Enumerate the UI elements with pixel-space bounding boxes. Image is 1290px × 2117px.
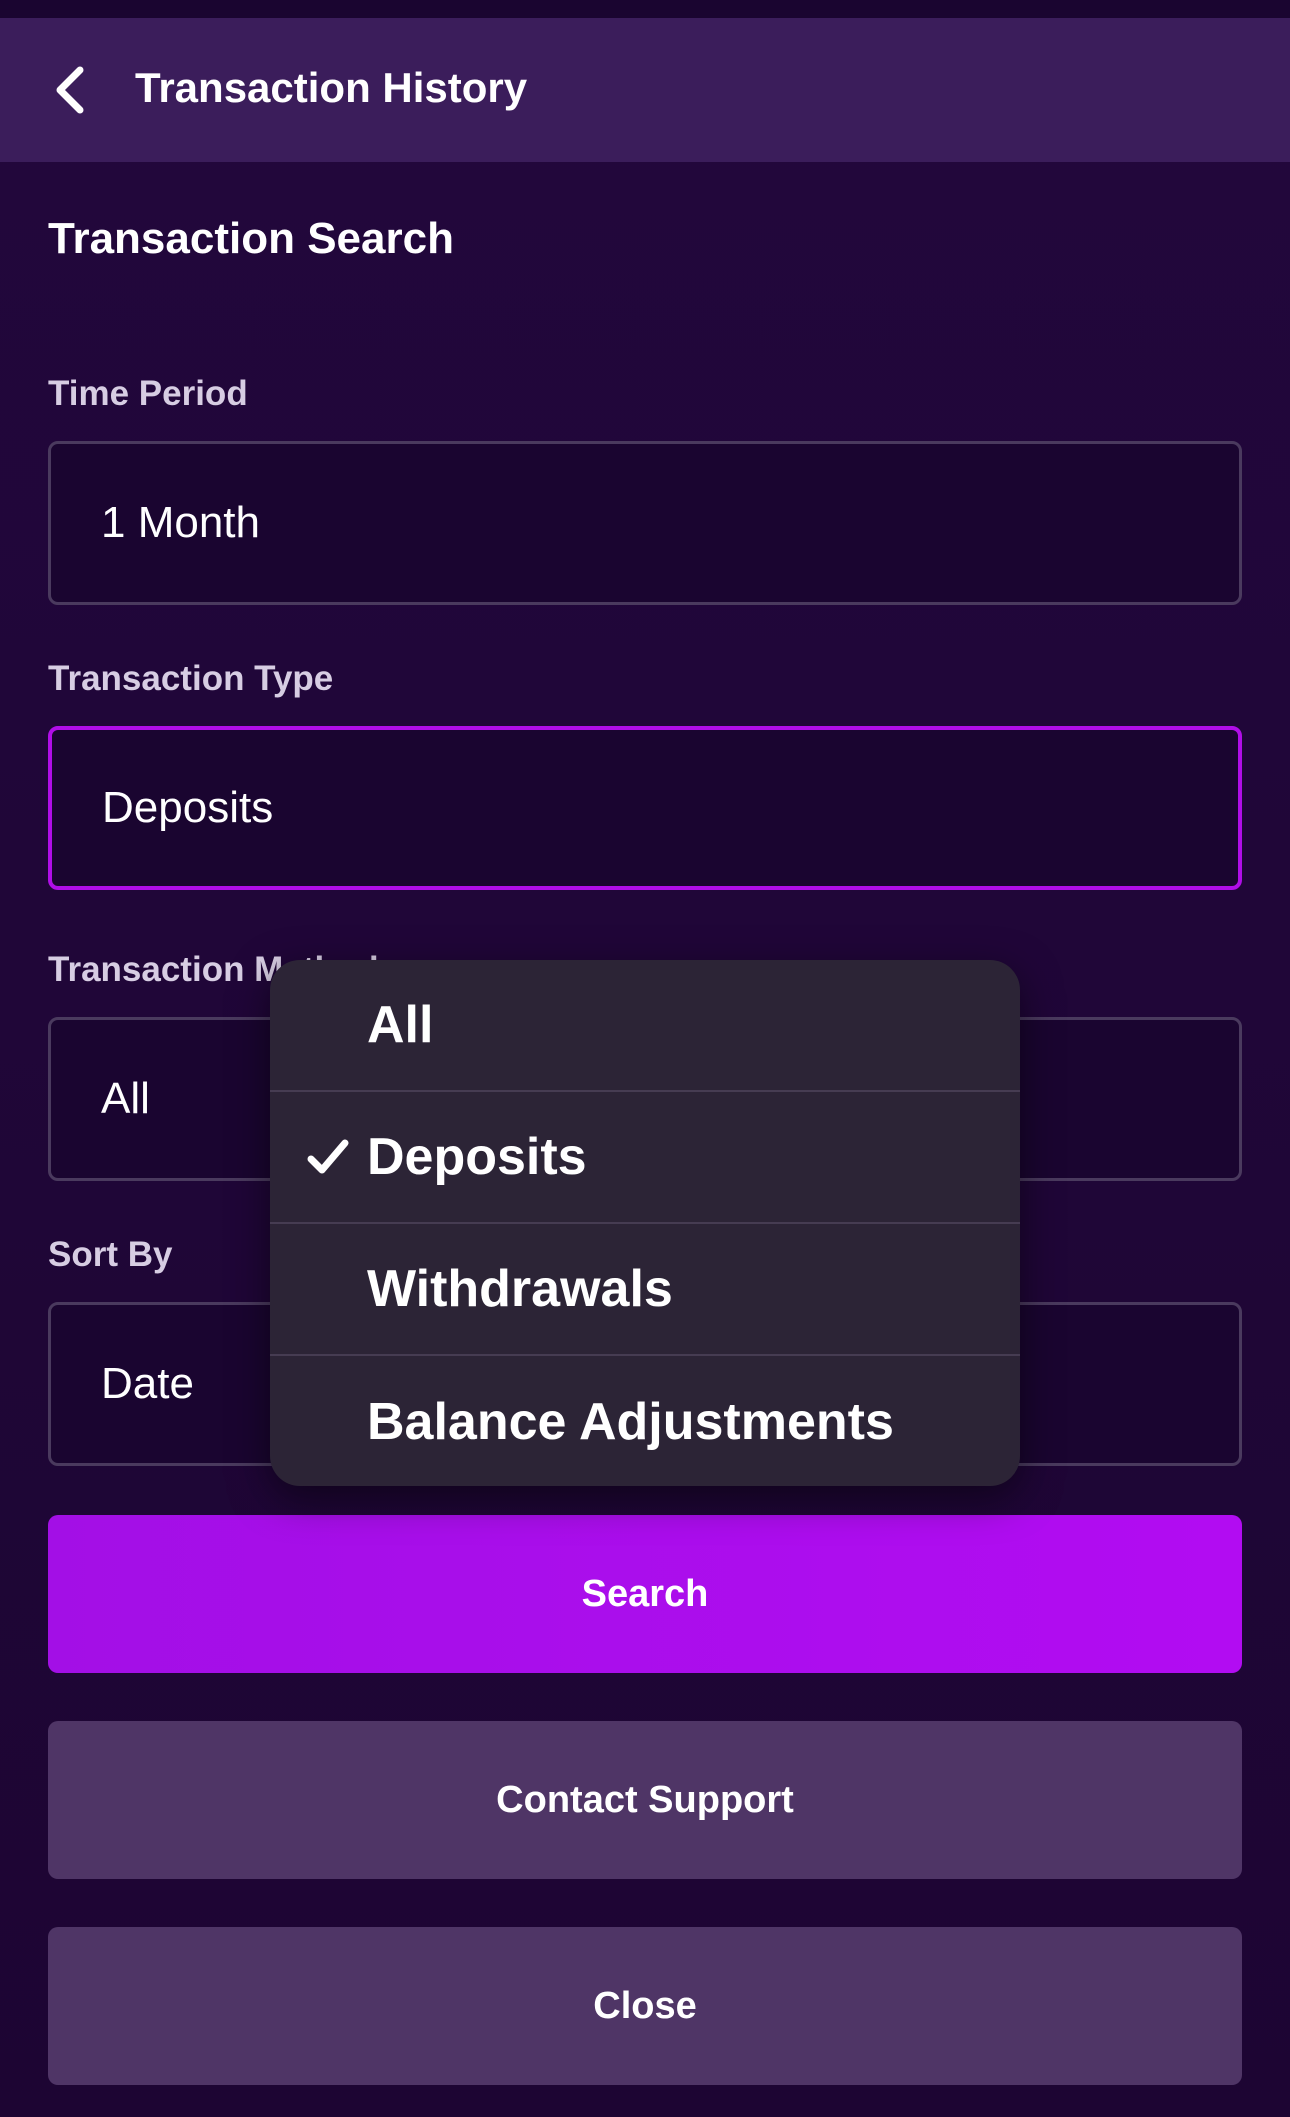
- time-period-value: 1 Month: [101, 498, 260, 547]
- transaction-history-screen: Transaction History Transaction Search T…: [0, 0, 1290, 2117]
- sort-by-label: Sort By: [48, 1235, 173, 1274]
- dropdown-option-label: Withdrawals: [367, 1260, 673, 1318]
- dropdown-option-balance-adjustments[interactable]: Balance Adjustments: [270, 1356, 1020, 1486]
- status-strip: [0, 0, 1290, 18]
- dropdown-option-label: Balance Adjustments: [367, 1393, 894, 1451]
- chevron-left-icon: [56, 66, 84, 114]
- search-button[interactable]: Search: [48, 1515, 1242, 1673]
- page-title: Transaction History: [135, 64, 528, 111]
- transaction-type-dropdown: All Deposits Withdrawals Balance Adjustm…: [270, 960, 1020, 1486]
- back-button[interactable]: [40, 60, 100, 120]
- dropdown-option-withdrawals[interactable]: Withdrawals: [270, 1224, 1020, 1356]
- sort-by-value: Date: [101, 1359, 194, 1408]
- time-period-label: Time Period: [48, 374, 248, 413]
- section-title: Transaction Search: [48, 214, 454, 263]
- transaction-type-label: Transaction Type: [48, 659, 334, 698]
- dropdown-option-label: All: [367, 996, 434, 1054]
- transaction-method-value: All: [101, 1074, 150, 1123]
- checkmark-icon: [307, 1139, 349, 1174]
- dropdown-option-all[interactable]: All: [270, 960, 1020, 1092]
- dropdown-option-deposits[interactable]: Deposits: [270, 1092, 1020, 1224]
- transaction-type-select[interactable]: Deposits: [48, 726, 1242, 890]
- transaction-type-value: Deposits: [102, 783, 274, 832]
- app-header: Transaction History: [0, 18, 1290, 162]
- time-period-select[interactable]: 1 Month: [48, 441, 1242, 605]
- dropdown-option-label: Deposits: [367, 1128, 587, 1186]
- contact-support-button[interactable]: Contact Support: [48, 1721, 1242, 1879]
- close-button[interactable]: Close: [48, 1927, 1242, 2085]
